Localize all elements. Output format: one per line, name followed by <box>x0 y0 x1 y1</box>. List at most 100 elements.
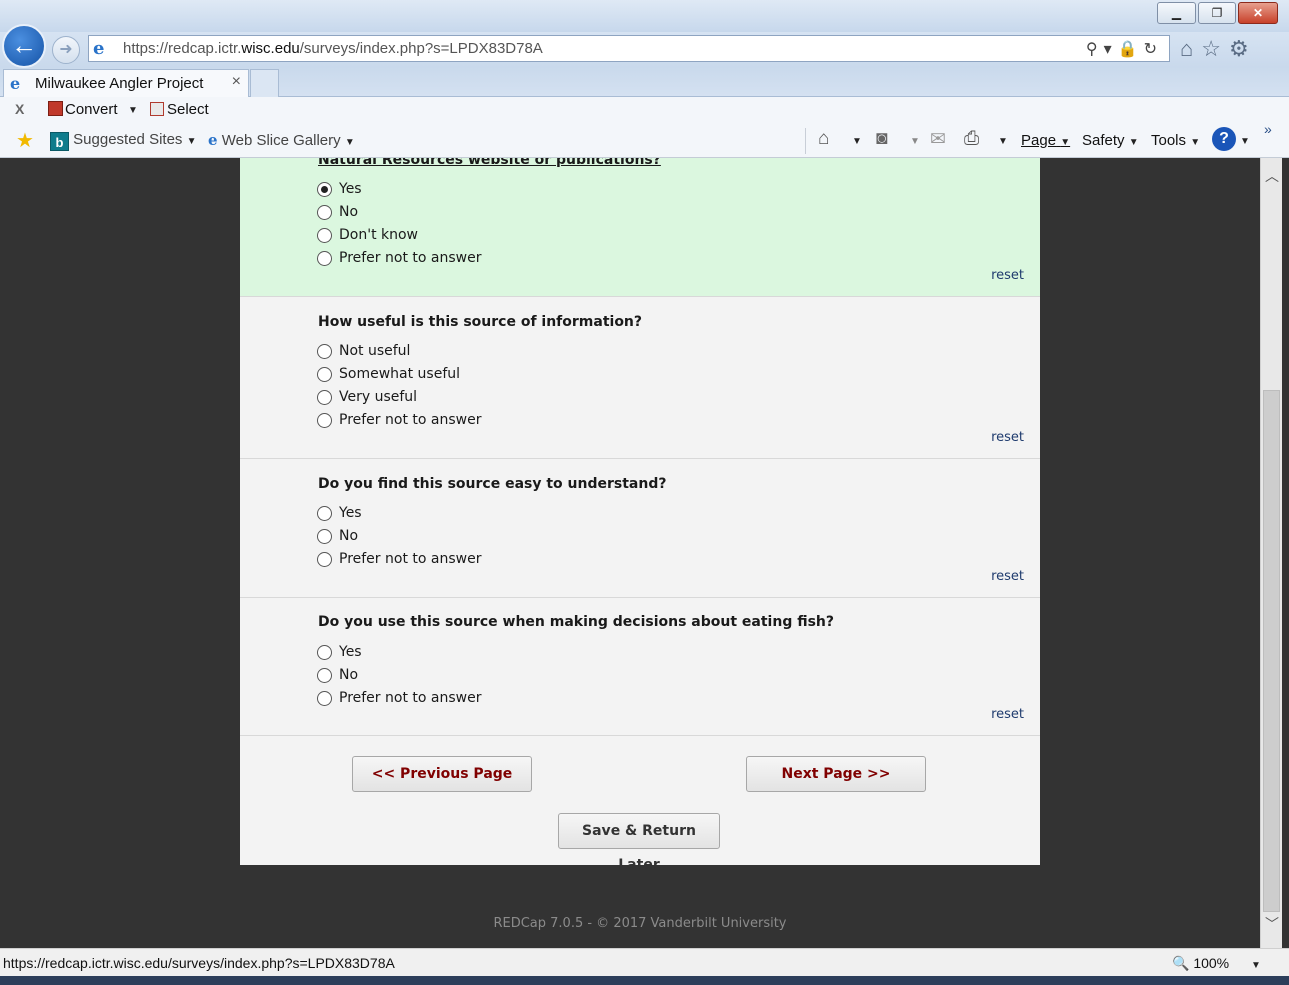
navigation-bar: ➜ e https://redcap.ictr.wisc.edu/surveys… <box>0 32 1289 67</box>
web-slice-label: Web Slice Gallery <box>221 132 341 149</box>
select-button[interactable]: Select <box>150 101 209 118</box>
convert-button[interactable]: Convert <box>48 101 118 118</box>
vertical-scrollbar[interactable]: ︿ ﹀ <box>1260 158 1282 948</box>
print-dropdown-icon[interactable]: ▼ <box>998 136 1008 147</box>
window-titlebar: ▁ ❐ ✕ <box>0 0 1289 32</box>
lock-icon[interactable]: 🔒 <box>1118 41 1144 58</box>
radio-button[interactable] <box>317 390 332 405</box>
taskbar <box>0 976 1289 985</box>
radio-button[interactable] <box>317 205 332 220</box>
radio-button[interactable] <box>317 344 332 359</box>
rss-feed-icon[interactable]: ◙ <box>876 128 887 150</box>
back-button[interactable]: ← <box>2 24 46 68</box>
scroll-down-icon[interactable]: ﹀ <box>1261 914 1283 942</box>
radio-button[interactable] <box>317 228 332 243</box>
refresh-icon[interactable]: ↻ <box>1144 41 1163 58</box>
save-return-later-button[interactable]: Save & Return Later <box>558 813 720 873</box>
status-bar: https://redcap.ictr.wisc.edu/surveys/ind… <box>0 948 1289 976</box>
question-block-3: Do you find this source easy to understa… <box>240 459 1040 598</box>
radio-button[interactable] <box>317 691 332 706</box>
page-menu[interactable]: Page ▼ <box>1021 132 1070 149</box>
page-viewport: Natural Resources website or publication… <box>0 158 1260 948</box>
help-dropdown-icon[interactable]: ▼ <box>1240 136 1250 147</box>
tab-close-icon[interactable]: × <box>232 73 241 91</box>
option-label: Prefer not to answer <box>339 551 482 567</box>
reset-link[interactable]: reset <box>991 569 1024 584</box>
new-tab-button[interactable] <box>250 69 279 97</box>
home-dropdown-icon[interactable]: ▼ <box>852 136 862 147</box>
tools-menu-label: Tools <box>1151 132 1187 149</box>
close-window-button[interactable]: ✕ <box>1238 2 1278 24</box>
scroll-thumb[interactable] <box>1263 390 1280 912</box>
feed-dropdown-icon[interactable]: ▼ <box>910 136 920 147</box>
reset-link[interactable]: reset <box>991 268 1024 283</box>
radio-button[interactable] <box>317 645 332 660</box>
reset-link[interactable]: reset <box>991 430 1024 445</box>
suggested-sites-link[interactable]: b Suggested Sites ▼ <box>50 131 197 151</box>
tab-milwaukee-angler-project[interactable]: e Milwaukee Angler Project × <box>3 69 249 97</box>
option-label: Somewhat useful <box>339 366 461 382</box>
url-host: wisc.edu <box>241 40 300 57</box>
safety-menu[interactable]: Safety ▼ <box>1082 132 1139 149</box>
page-footer: REDCap 7.0.5 - © 2017 Vanderbilt Univers… <box>493 916 787 931</box>
mail-icon[interactable]: ✉ <box>930 128 946 151</box>
forward-arrow-icon: ➜ <box>59 41 73 58</box>
more-commands-icon[interactable]: » <box>1264 121 1272 137</box>
address-bar[interactable]: e https://redcap.ictr.wisc.edu/surveys/i… <box>88 35 1170 62</box>
select-icon <box>150 102 164 116</box>
radio-button[interactable] <box>317 182 332 197</box>
minimize-button[interactable]: ▁ <box>1157 2 1196 24</box>
option-label: Prefer not to answer <box>339 250 482 266</box>
next-page-button[interactable]: Next Page >> <box>746 756 926 792</box>
radio-button[interactable] <box>317 506 332 521</box>
convert-dropdown-icon[interactable]: ▼ <box>128 105 138 116</box>
forward-button[interactable]: ➜ <box>52 36 80 64</box>
chevron-down-icon: ▼ <box>1128 137 1139 148</box>
radio-button[interactable] <box>317 668 332 683</box>
web-slice-gallery-link[interactable]: e Web Slice Gallery ▼ <box>208 131 355 149</box>
zoom-icon: 🔍 <box>1172 955 1190 971</box>
reset-link[interactable]: reset <box>991 707 1024 722</box>
radio-button[interactable] <box>317 413 332 428</box>
address-tools: ⚲▾🔒↻ <box>1086 39 1163 59</box>
tools-menu[interactable]: Tools ▼ <box>1151 132 1200 149</box>
question-block-2: How useful is this source of information… <box>240 297 1040 459</box>
radio-button[interactable] <box>317 367 332 382</box>
search-icon[interactable]: ⚲ <box>1086 41 1104 58</box>
select-label: Select <box>167 101 209 118</box>
close-toolbar-icon[interactable]: X <box>15 101 24 117</box>
option-label: Yes <box>339 644 362 660</box>
option-label: Yes <box>339 505 362 521</box>
favorites-star-icon[interactable]: ★ <box>16 128 34 153</box>
safety-menu-label: Safety <box>1082 132 1125 149</box>
chevron-down-icon: ▼ <box>186 136 197 147</box>
chevron-down-icon: ▼ <box>1190 137 1201 148</box>
dropdown-icon[interactable]: ▾ <box>1104 41 1118 58</box>
option-label: Don't know <box>339 227 419 243</box>
scroll-up-icon[interactable]: ︿ <box>1261 166 1283 194</box>
question-block-1: Natural Resources website or publication… <box>240 158 1040 297</box>
help-icon[interactable]: ? <box>1212 127 1236 151</box>
radio-button[interactable] <box>317 552 332 567</box>
radio-button[interactable] <box>317 251 332 266</box>
ie-small-icon: e <box>208 131 218 149</box>
favorites-star-icon[interactable]: ☆ <box>1201 36 1229 61</box>
ie-logo-icon: e <box>93 38 105 59</box>
tab-strip: e Milwaukee Angler Project × <box>0 67 1289 97</box>
home-icon[interactable]: ⌂ <box>1180 36 1201 61</box>
status-url: https://redcap.ictr.wisc.edu/surveys/ind… <box>3 955 395 971</box>
home-icon[interactable]: ⌂ <box>818 128 829 150</box>
pdf-icon <box>48 101 63 116</box>
restore-button[interactable]: ❐ <box>1198 2 1236 24</box>
option-label: Not useful <box>339 343 411 359</box>
question-text: Do you use this source when making decis… <box>318 614 835 630</box>
radio-button[interactable] <box>317 529 332 544</box>
option-label: Very useful <box>339 389 418 405</box>
favorites-command-bar: ★ b Suggested Sites ▼ e Web Slice Galler… <box>0 124 1289 158</box>
tab-title: Milwaukee Angler Project <box>35 75 204 92</box>
gear-icon[interactable]: ⚙ <box>1229 36 1257 61</box>
chevron-down-icon: ▼ <box>1060 137 1071 148</box>
previous-page-button[interactable]: << Previous Page <box>352 756 532 792</box>
zoom-control[interactable]: 🔍 100% ▼ <box>1172 955 1261 972</box>
print-icon[interactable]: ⎙ <box>964 128 979 150</box>
